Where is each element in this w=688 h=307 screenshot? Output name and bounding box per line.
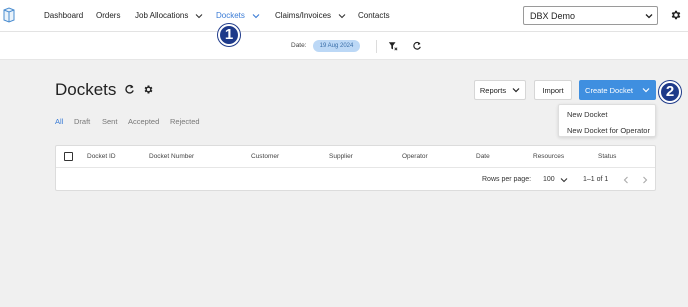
nav-job-allocations[interactable]: Job Allocations	[135, 11, 203, 20]
chevron-down-icon	[642, 88, 650, 93]
create-docket-menu: New Docket New Docket for Operator	[558, 104, 656, 137]
nav-job-allocations-label: Job Allocations	[135, 11, 189, 20]
nav-claims-invoices-label: Claims/Invoices	[275, 11, 332, 20]
nav-contacts[interactable]: Contacts	[358, 11, 390, 20]
tab-sent[interactable]: Sent	[102, 117, 117, 126]
refresh-icon[interactable]	[124, 84, 135, 95]
callout-marker-2: 2	[659, 81, 681, 103]
nav-orders-label: Orders	[96, 11, 121, 20]
select-all-checkbox[interactable]	[64, 152, 73, 161]
menu-item-new-docket-for-operator[interactable]: New Docket for Operator	[567, 126, 650, 135]
column-header-customer[interactable]: Customer	[251, 153, 279, 160]
nav-contacts-label: Contacts	[358, 11, 390, 20]
chevron-right-icon[interactable]	[640, 175, 650, 185]
reports-button-label: Reports	[479, 85, 507, 95]
import-button-label: Import	[542, 85, 564, 95]
page-title: Dockets	[55, 80, 117, 99]
column-header-status[interactable]: Status	[598, 153, 616, 160]
company-select-value: DBX Demo	[530, 11, 576, 21]
rows-per-page-label: Rows per page:	[482, 176, 532, 183]
tab-draft[interactable]: Draft	[74, 117, 90, 126]
nav-dashboard[interactable]: Dashboard	[44, 11, 83, 20]
chevron-down-icon	[195, 13, 203, 18]
chevron-down-icon	[252, 13, 260, 18]
cube-logo-icon[interactable]	[3, 7, 15, 23]
refresh-icon[interactable]	[412, 41, 422, 51]
column-header-docket-id[interactable]: Docket ID	[87, 153, 116, 160]
rows-per-page-value: 100	[543, 176, 555, 183]
column-header-docket-number[interactable]: Docket Number	[149, 153, 194, 160]
nav-orders[interactable]: Orders	[96, 11, 120, 20]
date-picker-pill[interactable]: 19 Aug 2024	[313, 40, 360, 52]
import-button[interactable]: Import	[534, 80, 572, 100]
date-filter-bar: Date: 19 Aug 2024	[0, 32, 688, 60]
menu-item-new-docket[interactable]: New Docket	[567, 110, 607, 119]
tab-accepted[interactable]: Accepted	[128, 117, 159, 126]
chevron-left-icon[interactable]	[621, 175, 631, 185]
chevron-down-icon	[560, 177, 568, 182]
pagination-range: 1–1 of 1	[583, 176, 609, 183]
nav-dockets[interactable]: Dockets	[216, 11, 260, 20]
chevron-down-icon	[338, 13, 346, 18]
column-header-resources[interactable]: Resources	[533, 153, 564, 160]
callout-marker-1: 1	[218, 24, 240, 46]
top-navigation: Dashboard Orders Job Allocations Dockets…	[0, 0, 688, 32]
nav-claims-invoices[interactable]: Claims/Invoices	[275, 11, 346, 20]
filter-clear-icon[interactable]	[388, 41, 398, 51]
chevron-down-icon	[512, 88, 520, 93]
tab-all[interactable]: All	[55, 117, 63, 126]
dockets-table: Docket ID Docket Number Customer Supplie…	[55, 145, 656, 191]
reports-button[interactable]: Reports	[474, 80, 526, 100]
create-docket-button-label: Create Docket	[585, 85, 633, 95]
nav-dashboard-label: Dashboard	[44, 11, 84, 20]
chevron-down-icon	[645, 14, 653, 19]
rows-per-page-select[interactable]: 100	[543, 176, 568, 183]
divider	[376, 40, 377, 53]
date-label: Date:	[291, 42, 307, 49]
gear-icon[interactable]	[670, 9, 682, 21]
column-header-supplier[interactable]: Supplier	[329, 153, 353, 160]
create-docket-button[interactable]: Create Docket	[579, 80, 656, 100]
column-header-operator[interactable]: Operator	[402, 153, 428, 160]
company-select[interactable]: DBX Demo	[523, 6, 658, 25]
gear-icon[interactable]	[143, 84, 154, 95]
table-header-divider	[56, 167, 655, 168]
nav-dockets-label: Dockets	[216, 11, 245, 20]
column-header-date[interactable]: Date	[476, 153, 490, 160]
tab-rejected[interactable]: Rejected	[170, 117, 200, 126]
